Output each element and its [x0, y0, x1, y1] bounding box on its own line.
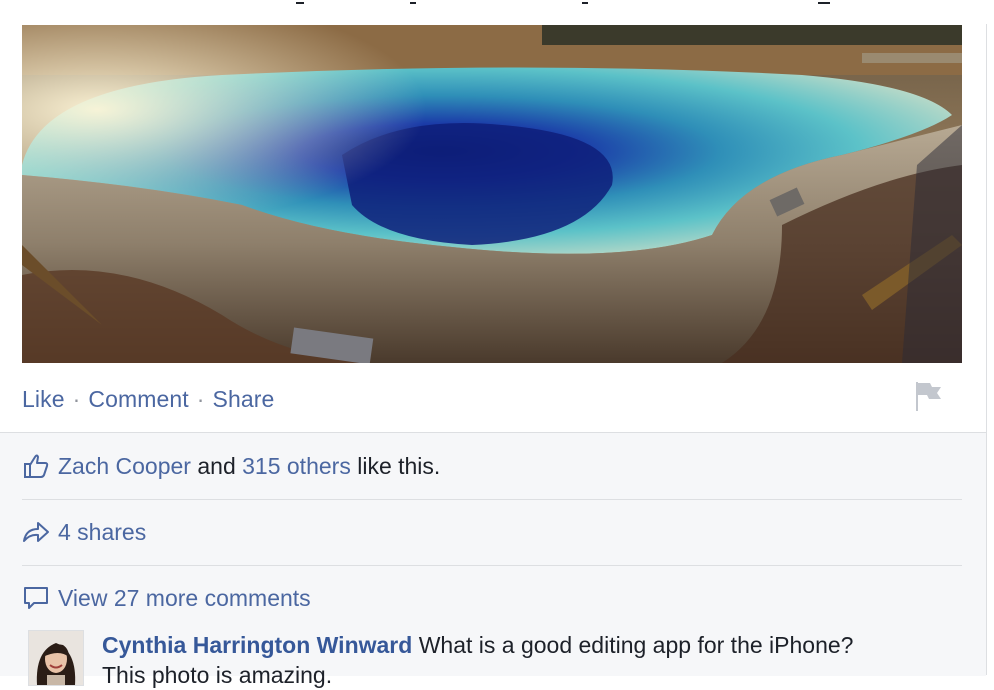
like-link[interactable]: Like: [22, 386, 65, 413]
comment-item: Cynthia Harrington Winward What is a goo…: [22, 630, 962, 690]
truncated-post-text: [0, 0, 994, 24]
yellowstone-pool-image: [22, 25, 962, 363]
comment-text-continued: This photo is amazing.: [102, 662, 333, 688]
others-link[interactable]: 315 others: [242, 453, 351, 479]
thumbs-up-icon: [22, 452, 50, 480]
flag-icon[interactable]: [912, 379, 944, 413]
separator: ·: [196, 385, 205, 412]
comments-row: View 27 more comments: [22, 565, 962, 631]
shares-row: 4 shares: [22, 499, 962, 566]
share-link[interactable]: Share: [213, 386, 275, 413]
liker-name-link[interactable]: Zach Cooper: [58, 453, 191, 479]
avatar[interactable]: [28, 630, 84, 686]
speech-bubble-icon: [22, 584, 50, 612]
likes-suffix: like this.: [357, 452, 441, 479]
post-photo[interactable]: [22, 25, 962, 363]
view-more-comments-link[interactable]: View 27 more comments: [58, 585, 311, 612]
comment-body: Cynthia Harrington Winward What is a goo…: [102, 630, 962, 690]
comment-text: What is a good editing app for the iPhon…: [418, 632, 854, 658]
post-actions: Like · Comment · Share: [22, 384, 274, 414]
post-card: Like · Comment · Share Zach Cooper and 3…: [0, 0, 994, 688]
share-arrow-icon: [22, 518, 50, 546]
separator: ·: [72, 385, 81, 412]
likes-row: Zach Cooper and 315 others like this.: [22, 433, 962, 500]
comment-author-link[interactable]: Cynthia Harrington Winward: [102, 632, 412, 658]
shares-link[interactable]: 4 shares: [58, 519, 146, 546]
comment-link[interactable]: Comment: [88, 386, 188, 413]
likes-conjunction: and: [197, 452, 236, 479]
ufi-section: Zach Cooper and 315 others like this. 4 …: [0, 432, 986, 688]
